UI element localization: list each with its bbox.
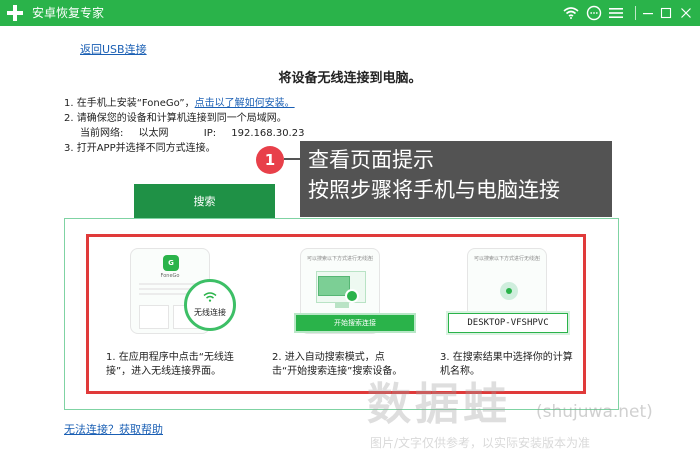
network-value: 以太网 <box>138 128 169 139</box>
get-help-link[interactable]: 无法连接？获取帮助 <box>64 421 163 437</box>
maximize-icon[interactable] <box>656 3 676 23</box>
app-title: 安卓恢复专家 <box>32 6 105 20</box>
network-label: 当前网络: <box>80 128 124 139</box>
tip-callout: 查看页面提示 按照步骤将手机与电脑连接 <box>300 141 612 217</box>
ip-value: 192.168.30.23 <box>231 128 305 139</box>
app-logo-icon <box>6 4 24 22</box>
step-badge: 1 <box>256 146 284 174</box>
page-title: 将设备无线连接到电脑。 <box>278 71 422 86</box>
chat-icon[interactable] <box>584 3 604 23</box>
minimize-icon[interactable] <box>638 3 658 23</box>
highlight-box <box>86 234 586 394</box>
step-1-text: 1. 在手机上安装“FoneGo”， <box>64 98 195 109</box>
step-2: 2. 请确保您的设备和计算机连接到同一个局域网。 <box>64 113 287 124</box>
titlebar-divider <box>635 6 636 20</box>
title-bar: 安卓恢复专家 <box>0 0 700 26</box>
watermark-note: 图片/文字仅供参考，以实际安装版本为准 <box>370 436 591 450</box>
callout-line-2: 按照步骤将手机与电脑连接 <box>308 178 560 202</box>
ip-label: IP: <box>203 128 217 139</box>
menu-icon[interactable] <box>606 3 626 23</box>
watermark-logo: 数据蛙 <box>367 379 511 430</box>
tab-search[interactable]: 搜索 <box>134 184 275 218</box>
install-help-link[interactable]: 点击以了解如何安装。 <box>195 98 295 109</box>
wifi-icon[interactable] <box>561 3 581 23</box>
watermark-site: (shujuwa.net) <box>536 402 653 422</box>
step-1: 1. 在手机上安装“FoneGo”，点击以了解如何安装。 <box>64 96 304 111</box>
callout-line-1: 查看页面提示 <box>308 148 434 172</box>
back-to-usb-link[interactable]: 返回USB连接 <box>80 41 147 57</box>
network-info: 当前网络: 以太网 IP: 192.168.30.23 <box>64 126 304 141</box>
callout-connector <box>284 158 300 160</box>
close-icon[interactable] <box>676 3 696 23</box>
